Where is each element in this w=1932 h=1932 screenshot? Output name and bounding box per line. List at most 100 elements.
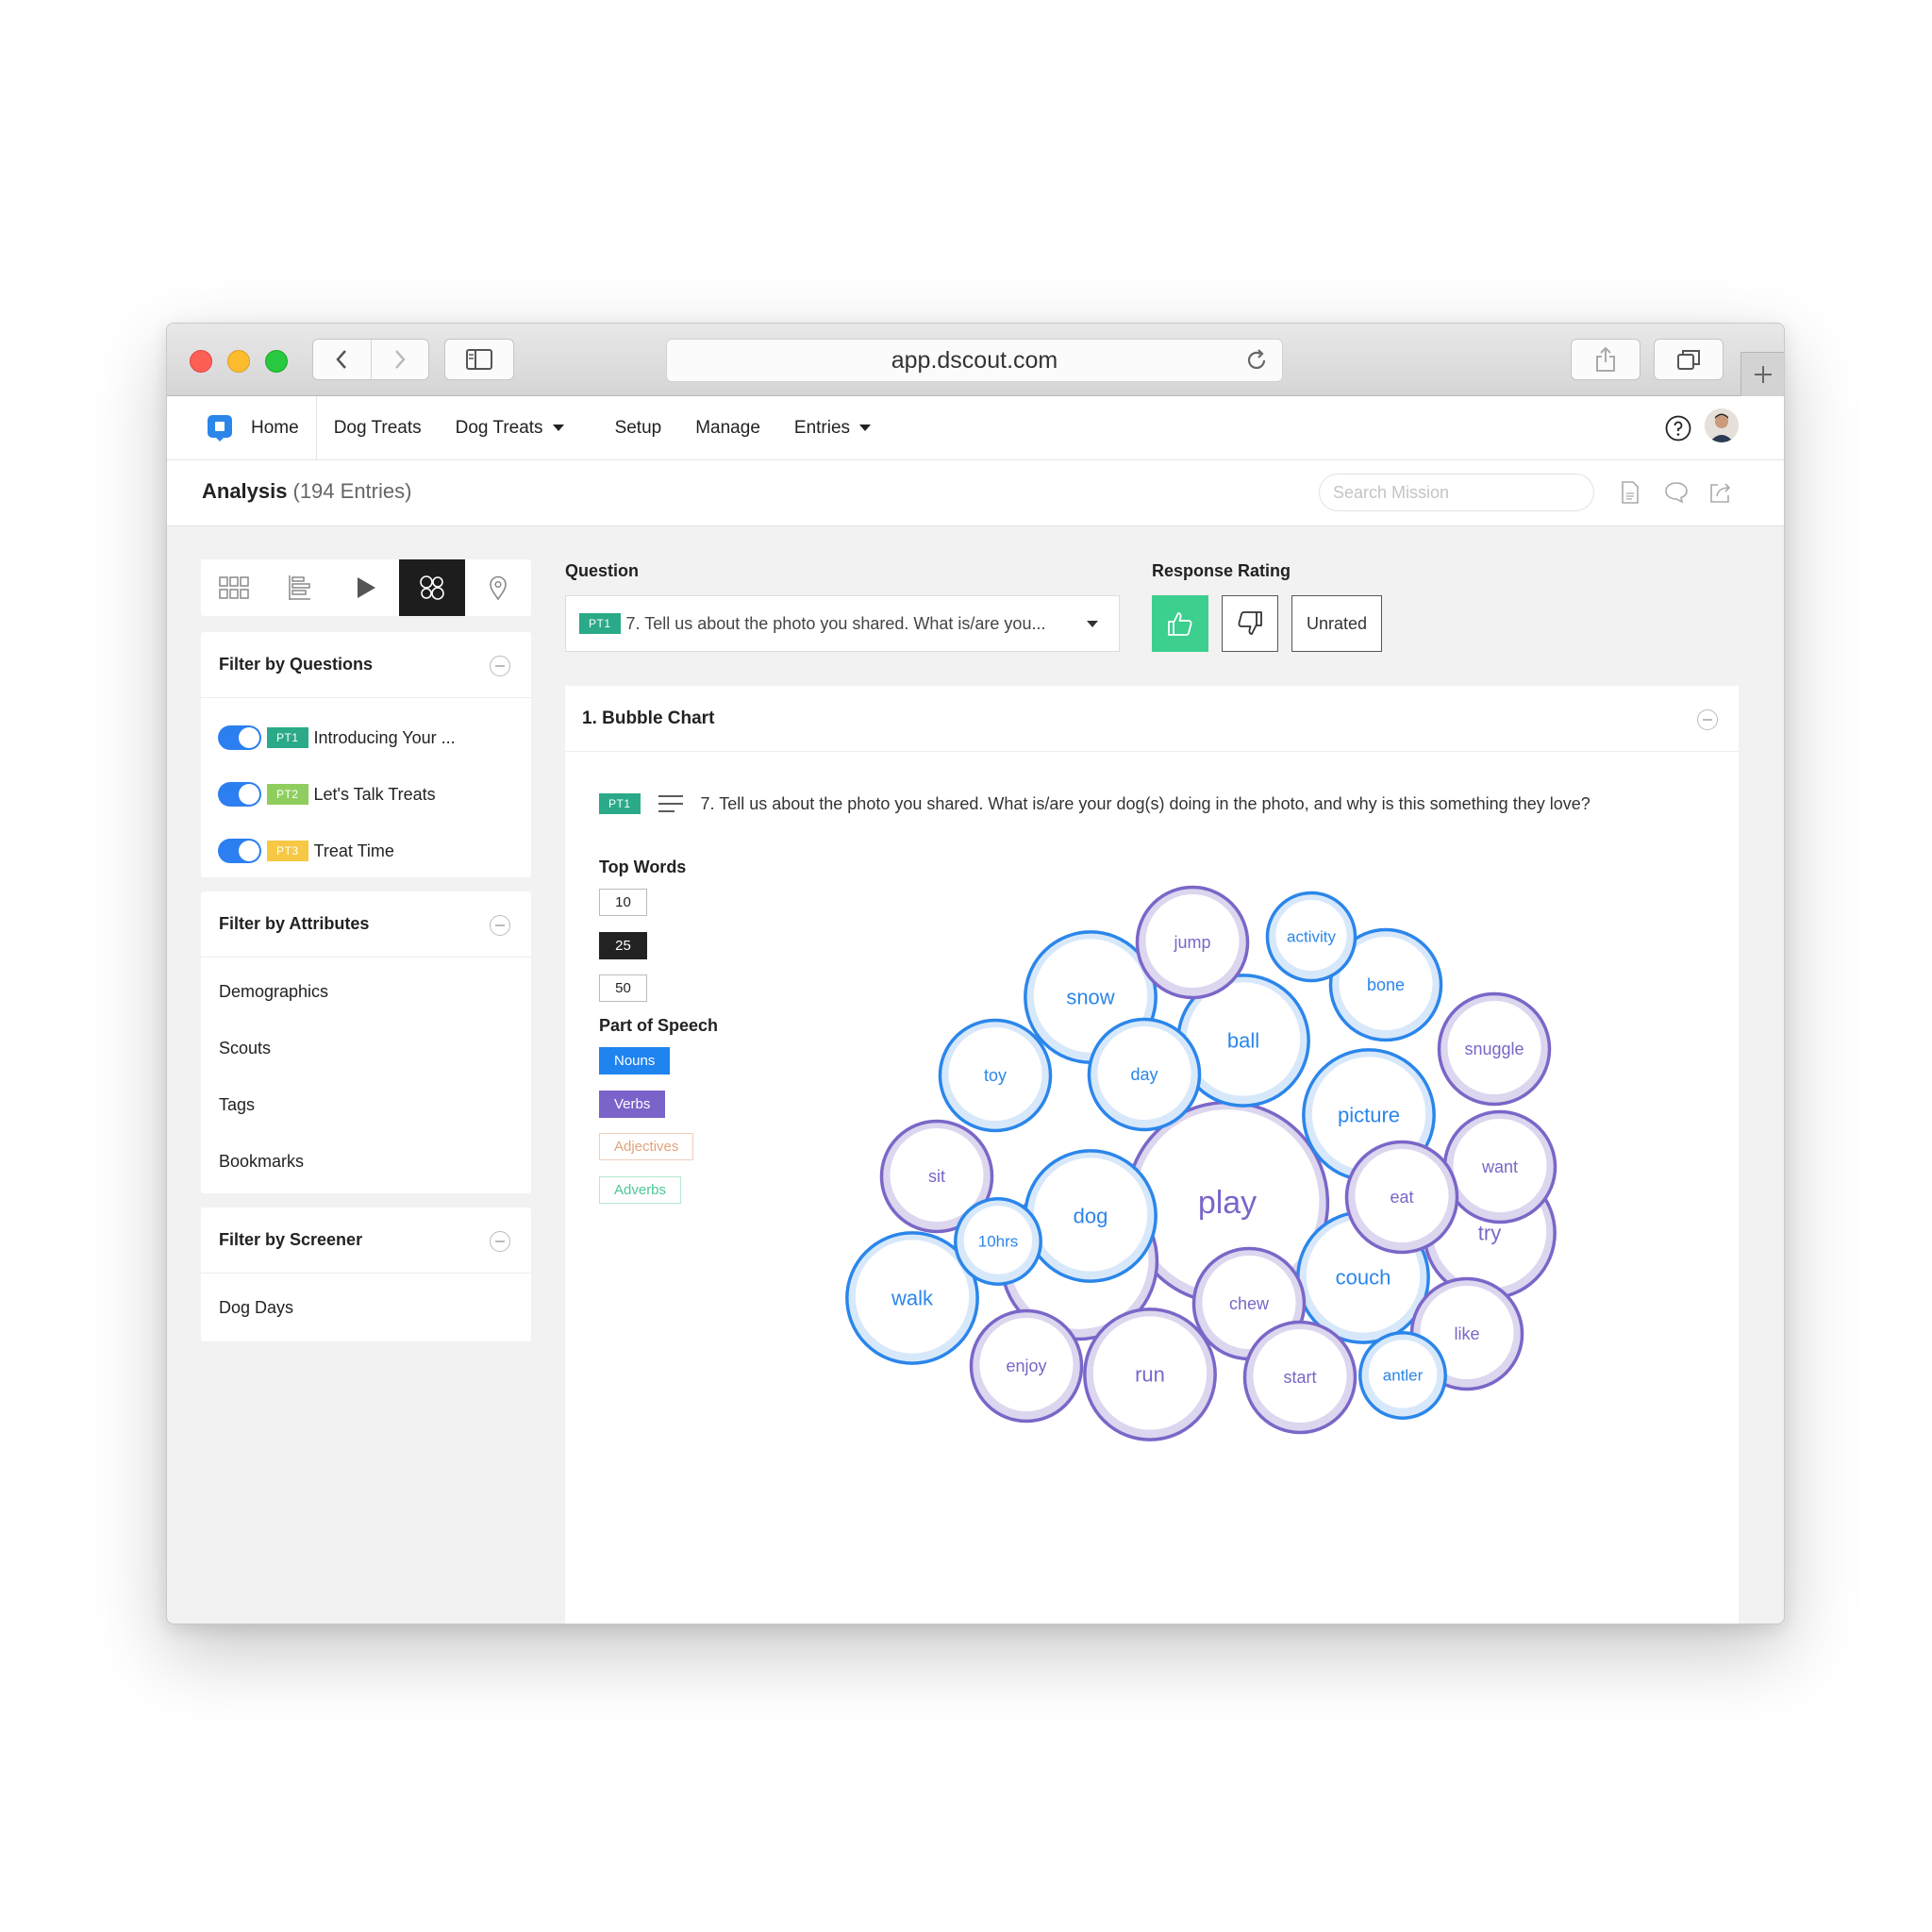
nav-entries-dropdown[interactable]: Entries — [777, 396, 888, 459]
bubble-run[interactable]: run — [1083, 1307, 1217, 1441]
tabs-icon — [1677, 350, 1700, 370]
attribute-demographics[interactable]: Demographics — [201, 963, 531, 1020]
nav-project[interactable]: Dog Treats — [315, 396, 439, 459]
filter-questions-panel: Filter by Questions PT1 Introducing Your… — [201, 632, 531, 877]
nav-setup[interactable]: Setup — [598, 396, 679, 459]
bubble-label: day — [1130, 1065, 1158, 1084]
new-tab-button[interactable] — [1740, 352, 1784, 396]
question-toggle[interactable] — [218, 839, 261, 863]
page-title-text: Analysis — [202, 479, 288, 503]
url-text: app.dscout.com — [891, 346, 1058, 374]
avatar[interactable] — [1705, 408, 1739, 442]
play-icon — [358, 577, 375, 598]
bubble-label: activity — [1287, 928, 1336, 946]
bubble-label: eat — [1390, 1188, 1413, 1207]
bubble-day[interactable]: day — [1087, 1017, 1202, 1132]
screener-dog-days[interactable]: Dog Days — [201, 1279, 531, 1336]
tabs-overview-button[interactable] — [1654, 339, 1724, 380]
bubble-eat[interactable]: eat — [1344, 1140, 1459, 1255]
browser-window: app.dscout.com Home Dog Treats Dog Treat… — [166, 323, 1785, 1624]
map-view-tab[interactable] — [465, 559, 531, 616]
bubble-label: enjoy — [1006, 1357, 1046, 1375]
bubble-activity[interactable]: activity — [1265, 891, 1357, 983]
nav-entries-label: Entries — [793, 417, 851, 438]
filter-questions-title: Filter by Questions — [219, 655, 374, 674]
collapse-icon[interactable] — [490, 656, 510, 676]
question-filter-row[interactable]: PT3 Treat Time — [201, 823, 531, 879]
minimize-window-button[interactable] — [227, 350, 250, 373]
question-filter-row[interactable]: PT2 Let's Talk Treats — [201, 766, 531, 823]
caret-down-icon — [859, 425, 872, 431]
filter-attributes-title: Filter by Attributes — [219, 914, 370, 933]
response-rating-label: Response Rating — [1152, 561, 1291, 580]
question-filter-label: Treat Time — [313, 841, 394, 860]
bubble-label: try — [1478, 1222, 1501, 1245]
bubble-start[interactable]: start — [1242, 1320, 1357, 1435]
thumbs-up-icon — [1168, 612, 1192, 636]
back-button[interactable] — [313, 340, 371, 379]
comment-icon[interactable] — [1664, 481, 1689, 508]
part-tag: PT1 — [267, 727, 308, 748]
address-bar[interactable]: app.dscout.com — [666, 339, 1283, 382]
dscout-logo-icon[interactable] — [208, 414, 232, 441]
thumbs-down-icon — [1238, 611, 1262, 635]
list-view-tab[interactable] — [267, 559, 333, 616]
share-button[interactable] — [1571, 339, 1641, 380]
bubble-label: jump — [1173, 933, 1210, 952]
grid-view-tab[interactable] — [201, 559, 267, 616]
bubble-want[interactable]: want — [1442, 1109, 1557, 1224]
bubble-label: chew — [1229, 1294, 1270, 1313]
question-select[interactable]: PT1 7. Tell us about the photo you share… — [565, 595, 1120, 652]
bubble-label: couch — [1336, 1266, 1391, 1290]
collapse-icon[interactable] — [490, 915, 510, 936]
bubble-label: 10hrs — [978, 1233, 1019, 1251]
browser-toolbar: app.dscout.com — [167, 324, 1784, 396]
filter-screener-header: Filter by Screener — [201, 1208, 531, 1274]
search-mission-input[interactable] — [1319, 474, 1594, 511]
export-icon[interactable] — [1708, 481, 1733, 508]
entry-count: (194 Entries) — [292, 479, 412, 503]
bubble-toy[interactable]: toy — [938, 1018, 1053, 1133]
zoom-window-button[interactable] — [265, 350, 288, 373]
media-view-tab[interactable] — [333, 559, 399, 616]
bubble-snuggle[interactable]: snuggle — [1437, 991, 1552, 1107]
nav-manage[interactable]: Manage — [678, 396, 777, 459]
nav-home[interactable]: Home — [251, 396, 316, 459]
plus-icon — [1754, 366, 1772, 383]
filter-screener-title: Filter by Screener — [219, 1230, 363, 1249]
question-filter-row[interactable]: PT1 Introducing Your ... — [201, 709, 531, 766]
bar-list-icon — [289, 575, 310, 600]
attribute-scouts[interactable]: Scouts — [201, 1020, 531, 1076]
bubble-jump[interactable]: jump — [1135, 885, 1250, 1000]
bubble-label: want — [1481, 1158, 1518, 1176]
thumbs-up-button[interactable] — [1152, 595, 1208, 652]
bubble-enjoy[interactable]: enjoy — [969, 1308, 1084, 1424]
sidebar-toggle-button[interactable] — [444, 339, 514, 380]
thumbs-down-button[interactable] — [1222, 595, 1278, 652]
question-toggle[interactable] — [218, 725, 261, 750]
bubble-view-tab[interactable] — [399, 559, 465, 616]
close-window-button[interactable] — [190, 350, 212, 373]
bubble-label: snuggle — [1464, 1040, 1524, 1058]
bubble-chart-card: 1. Bubble Chart PT1 7. Tell us about the… — [565, 686, 1739, 1624]
collapse-icon[interactable] — [490, 1231, 510, 1252]
nav-mission-dropdown[interactable]: Dog Treats — [439, 396, 581, 459]
filter-questions-header: Filter by Questions — [201, 632, 531, 698]
question-label: Question — [565, 561, 640, 580]
view-switcher — [201, 559, 531, 616]
attribute-bookmarks[interactable]: Bookmarks — [201, 1133, 531, 1190]
question-toggle[interactable] — [218, 782, 261, 807]
attribute-tags[interactable]: Tags — [201, 1076, 531, 1133]
unrated-button[interactable]: Unrated — [1291, 595, 1382, 652]
reload-icon[interactable] — [1244, 348, 1269, 379]
part-tag: PT1 — [579, 613, 621, 634]
bubble-label: sit — [928, 1167, 945, 1186]
caret-down-icon — [1087, 621, 1098, 627]
bubble-dog[interactable]: dog — [1024, 1149, 1158, 1283]
help-icon[interactable] — [1665, 415, 1691, 447]
document-icon[interactable] — [1621, 481, 1640, 508]
forward-button[interactable] — [370, 340, 429, 379]
bubble-10hrs[interactable]: 10hrs — [954, 1197, 1042, 1286]
chevron-left-icon — [336, 350, 347, 369]
bubble-antler[interactable]: antler — [1358, 1331, 1447, 1420]
